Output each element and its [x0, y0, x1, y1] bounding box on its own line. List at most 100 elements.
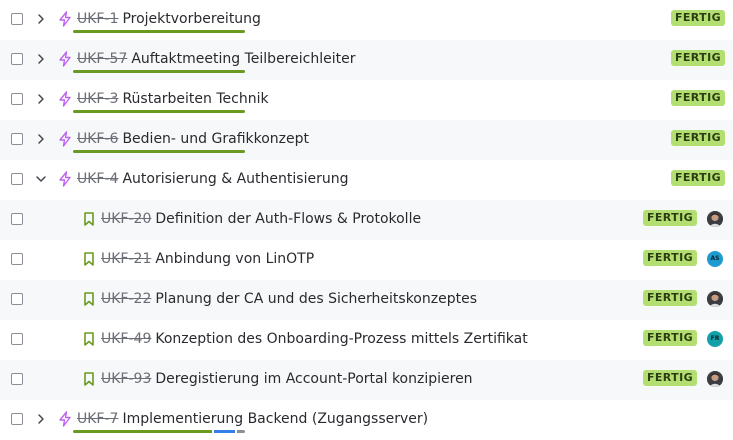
issue-summary[interactable]: Projektvorbereitung — [122, 11, 261, 27]
chevron-right-icon[interactable] — [35, 133, 47, 145]
assignee-avatar[interactable]: FR — [707, 331, 723, 347]
issue-summary[interactable]: Planung der CA und des Sicherheitskonzep… — [155, 291, 477, 307]
child-progress-bar — [73, 430, 245, 433]
issue-summary[interactable]: Konzeption des Onboarding-Prozess mittel… — [155, 331, 527, 347]
row-select-checkbox[interactable] — [11, 173, 23, 185]
issue-title-link[interactable]: UKF-57 Auftaktmeeting Teilbereichleiter — [77, 50, 355, 68]
issue-summary[interactable]: Implementierung Backend (Zugangsserver) — [122, 411, 428, 427]
child-progress-bar — [73, 30, 245, 33]
progress-done-segment — [73, 110, 245, 113]
status-badge[interactable]: FERTIG — [670, 10, 725, 26]
progress-in-progress-segment — [214, 430, 235, 433]
assignee-avatar[interactable] — [707, 211, 723, 227]
status-badge[interactable]: FERTIG — [642, 330, 697, 346]
lightning-icon — [59, 171, 71, 187]
bookmark-icon — [84, 292, 94, 306]
issue-title-link[interactable]: UKF-22 Planung der CA und des Sicherheits… — [101, 290, 477, 308]
row-select-checkbox[interactable] — [11, 93, 23, 105]
issue-key[interactable]: UKF-20 — [101, 211, 151, 227]
row-select-checkbox[interactable] — [11, 133, 23, 145]
issue-title-link[interactable]: UKF-3 Rüstarbeiten Technik — [77, 90, 269, 108]
row-select-checkbox[interactable] — [11, 213, 23, 225]
issue-title-link[interactable]: UKF-1 Projektvorbereitung — [77, 10, 261, 28]
chevron-right-icon[interactable] — [35, 413, 47, 425]
status-badge[interactable]: FERTIG — [670, 50, 725, 66]
lightning-icon — [59, 131, 71, 147]
epic-row[interactable]: UKF-3 Rüstarbeiten Technik FERTIG — [0, 80, 733, 120]
issue-summary[interactable]: Anbindung von LinOTP — [155, 251, 314, 267]
child-progress-bar — [73, 150, 245, 153]
assignee-avatar[interactable] — [707, 371, 723, 387]
progress-done-segment — [73, 30, 245, 33]
issue-key[interactable]: UKF-3 — [77, 91, 118, 107]
issue-summary[interactable]: Auftaktmeeting Teilbereichleiter — [131, 51, 355, 67]
user-photo-icon — [707, 291, 723, 307]
issue-title-link[interactable]: UKF-49 Konzeption des Onboarding-Prozess … — [101, 330, 528, 348]
issue-title-link[interactable]: UKF-4 Autorisierung & Authentisierung — [77, 170, 348, 188]
row-select-checkbox[interactable] — [11, 253, 23, 265]
issue-summary[interactable]: Deregistierung im Account-Portal konzipi… — [155, 371, 472, 387]
issue-summary[interactable]: Rüstarbeiten Technik — [122, 91, 268, 107]
issue-hierarchy-list: UKF-1 Projektvorbereitung FERTIG UKF-57 Auft… — [0, 0, 733, 440]
status-badge[interactable]: FERTIG — [642, 210, 697, 226]
progress-todo-segment — [236, 430, 245, 433]
issue-key[interactable]: UKF-22 — [101, 291, 151, 307]
epic-row[interactable]: UKF-57 Auftaktmeeting Teilbereichleiter FE… — [0, 40, 733, 80]
row-select-checkbox[interactable] — [11, 373, 23, 385]
status-badge[interactable]: FERTIG — [642, 290, 697, 306]
child-progress-bar — [73, 110, 245, 113]
bookmark-icon — [84, 252, 94, 266]
assignee-avatar[interactable] — [707, 291, 723, 307]
chevron-right-icon[interactable] — [35, 93, 47, 105]
issue-key[interactable]: UKF-4 — [77, 171, 118, 187]
epic-row[interactable]: UKF-6 Bedien- und Grafikkonzept FERTIG — [0, 120, 733, 160]
assignee-avatar[interactable]: AS — [707, 251, 723, 267]
issue-key[interactable]: UKF-21 — [101, 251, 151, 267]
lightning-icon — [59, 91, 71, 107]
issue-key[interactable]: UKF-7 — [77, 411, 118, 427]
row-select-checkbox[interactable] — [11, 293, 23, 305]
user-photo-icon — [707, 371, 723, 387]
child-issue-row[interactable]: UKF-21 Anbindung von LinOTP FERTIG AS — [0, 240, 733, 280]
row-select-checkbox[interactable] — [11, 13, 23, 25]
row-select-checkbox[interactable] — [11, 413, 23, 425]
issue-summary[interactable]: Definition der Auth-Flows & Protokolle — [155, 211, 421, 227]
row-select-checkbox[interactable] — [11, 53, 23, 65]
issue-summary[interactable]: Bedien- und Grafikkonzept — [122, 131, 309, 147]
status-badge[interactable]: FERTIG — [670, 130, 725, 146]
issue-summary[interactable]: Autorisierung & Authentisierung — [122, 171, 348, 187]
lightning-icon — [59, 11, 71, 27]
child-issue-row[interactable]: UKF-22 Planung der CA und des Sicherheits… — [0, 280, 733, 320]
issue-title-link[interactable]: UKF-93 Deregistierung im Account-Portal k… — [101, 370, 473, 388]
child-issue-row[interactable]: UKF-20 Definition der Auth-Flows & Protok… — [0, 200, 733, 240]
epic-row[interactable]: UKF-4 Autorisierung & Authentisierung FERT… — [0, 160, 733, 200]
issue-key[interactable]: UKF-57 — [77, 51, 127, 67]
chevron-down-icon[interactable] — [35, 173, 47, 185]
child-issue-row[interactable]: UKF-93 Deregistierung im Account-Portal k… — [0, 360, 733, 400]
chevron-right-icon[interactable] — [35, 53, 47, 65]
issue-title-link[interactable]: UKF-21 Anbindung von LinOTP — [101, 250, 314, 268]
issue-key[interactable]: UKF-1 — [77, 11, 118, 27]
status-badge[interactable]: FERTIG — [642, 370, 697, 386]
status-badge[interactable]: FERTIG — [670, 90, 725, 106]
issue-title-link[interactable]: UKF-7 Implementierung Backend (Zugangsser… — [77, 410, 428, 428]
chevron-right-icon[interactable] — [35, 13, 47, 25]
issue-key[interactable]: UKF-49 — [101, 331, 151, 347]
child-issue-row[interactable]: UKF-49 Konzeption des Onboarding-Prozess … — [0, 320, 733, 360]
issue-title-link[interactable]: UKF-6 Bedien- und Grafikkonzept — [77, 130, 309, 148]
issue-key[interactable]: UKF-93 — [101, 371, 151, 387]
issue-key[interactable]: UKF-6 — [77, 131, 118, 147]
status-badge[interactable]: FERTIG — [670, 170, 725, 186]
row-select-checkbox[interactable] — [11, 333, 23, 345]
epic-row[interactable]: UKF-1 Projektvorbereitung FERTIG — [0, 0, 733, 40]
progress-done-segment — [73, 430, 213, 433]
bookmark-icon — [84, 212, 94, 226]
lightning-icon — [59, 51, 71, 67]
bookmark-icon — [84, 332, 94, 346]
child-progress-bar — [73, 70, 245, 73]
progress-done-segment — [73, 150, 245, 153]
issue-title-link[interactable]: UKF-20 Definition der Auth-Flows & Protok… — [101, 210, 421, 228]
status-badge[interactable]: FERTIG — [642, 250, 697, 266]
epic-row[interactable]: UKF-7 Implementierung Backend (Zugangsser… — [0, 400, 733, 440]
progress-done-segment — [73, 70, 245, 73]
